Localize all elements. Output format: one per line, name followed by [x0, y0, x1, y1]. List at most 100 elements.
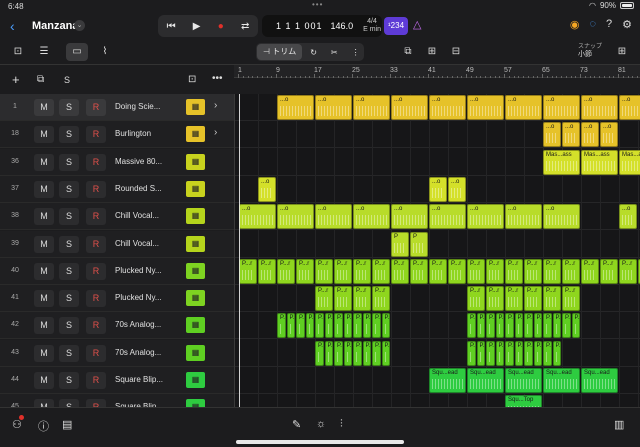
- count-in-button[interactable]: ¹234: [384, 17, 409, 35]
- midi-region[interactable]: P...r: [324, 313, 333, 339]
- midi-region[interactable]: P...r: [505, 286, 523, 312]
- track-header[interactable]: 36 M S R Massive 80... ▦: [0, 148, 234, 176]
- record-enable-button[interactable]: R: [86, 399, 106, 407]
- midi-region[interactable]: P...r: [343, 313, 352, 339]
- project-name[interactable]: Manzana: [32, 20, 78, 32]
- midi-region[interactable]: P...r: [334, 258, 352, 284]
- midi-region[interactable]: P...r: [305, 313, 314, 339]
- midi-region[interactable]: ...o: [391, 95, 428, 120]
- solo-button[interactable]: S: [59, 99, 79, 116]
- midi-region[interactable]: P...r: [562, 286, 580, 312]
- midi-region[interactable]: P...r: [524, 286, 542, 312]
- record-enable-button[interactable]: R: [86, 372, 106, 389]
- midi-region[interactable]: P...r: [429, 258, 447, 284]
- track-header[interactable]: 44 M S R Square Blip... ▦: [0, 367, 234, 394]
- mute-button[interactable]: M: [34, 290, 54, 308]
- mixer-icon[interactable]: ⫶: [340, 418, 343, 431]
- midi-region[interactable]: P...r: [505, 258, 523, 284]
- solo-button[interactable]: S: [59, 399, 79, 407]
- midi-region[interactable]: P...r: [286, 313, 295, 339]
- midi-region[interactable]: P...r: [362, 340, 371, 366]
- solo-button[interactable]: S: [59, 372, 79, 389]
- record-enable-button[interactable]: R: [86, 208, 106, 226]
- paste-icon[interactable]: ⊞: [422, 43, 442, 61]
- midi-region[interactable]: P...r: [467, 286, 485, 312]
- midi-region[interactable]: P...r: [514, 340, 523, 366]
- midi-region[interactable]: P...r: [353, 286, 371, 312]
- midi-region[interactable]: Squ...ead: [581, 368, 618, 393]
- duplicate-track-icon[interactable]: ⧉: [37, 74, 44, 85]
- record-enable-button[interactable]: R: [86, 126, 106, 144]
- solo-button[interactable]: S: [59, 317, 79, 335]
- lcd-display[interactable]: 1 1 1 001 146.0 4/4 E min: [262, 15, 382, 37]
- record-enable-button[interactable]: R: [86, 235, 106, 253]
- settings-icon[interactable]: ⚙: [622, 18, 632, 31]
- midi-region[interactable]: P...r: [258, 258, 276, 284]
- midi-region[interactable]: ...o: [429, 176, 447, 202]
- midi-region[interactable]: P...r: [524, 258, 542, 284]
- midi-region[interactable]: P...r: [467, 313, 476, 339]
- midi-region[interactable]: P...r: [410, 258, 428, 284]
- midi-region[interactable]: P...r: [543, 258, 561, 284]
- more-icon[interactable]: •••: [212, 73, 223, 84]
- solo-button[interactable]: S: [59, 126, 79, 144]
- midi-region[interactable]: ...o: [353, 204, 390, 230]
- join-tool-icon[interactable]: ⋮: [352, 48, 360, 57]
- midi-region[interactable]: P...r: [543, 340, 552, 366]
- solo-button[interactable]: S: [59, 290, 79, 308]
- track-name[interactable]: Doing Scie...: [115, 102, 165, 111]
- mute-button[interactable]: M: [34, 180, 54, 198]
- mute-button[interactable]: M: [34, 208, 54, 226]
- track-header[interactable]: 18 M S R Burlington ▦ ›: [0, 121, 234, 149]
- marker-lane[interactable]: [234, 78, 640, 94]
- record-enable-button[interactable]: R: [86, 344, 106, 362]
- keyboard-icon[interactable]: ▦: [186, 153, 205, 170]
- track-name[interactable]: Square Blip...: [115, 375, 165, 384]
- home-indicator[interactable]: [236, 440, 404, 444]
- midi-region[interactable]: P...r: [353, 258, 371, 284]
- midi-region[interactable]: ...o: [505, 204, 542, 230]
- midi-region[interactable]: P...r: [315, 313, 324, 339]
- catch-icon[interactable]: ⊟: [446, 43, 466, 61]
- midi-region[interactable]: P...r: [562, 258, 580, 284]
- midi-region[interactable]: P...r: [324, 340, 333, 366]
- track-name[interactable]: Plucked Ny...: [115, 266, 165, 275]
- midi-region[interactable]: P...r: [372, 286, 390, 312]
- brightness-icon[interactable]: ☼: [316, 418, 326, 430]
- midi-region[interactable]: ...o: [315, 204, 352, 230]
- midi-region[interactable]: P...r: [552, 313, 561, 339]
- midi-region[interactable]: P...r: [391, 258, 409, 284]
- midi-region[interactable]: ...o: [353, 95, 390, 120]
- solo-button[interactable]: S: [59, 153, 79, 171]
- mute-button[interactable]: M: [34, 262, 54, 280]
- inspector-icon[interactable]: ☰: [34, 43, 54, 61]
- automation-button[interactable]: ⌇: [94, 43, 116, 61]
- midi-region[interactable]: ...o: [581, 95, 618, 120]
- track-header[interactable]: 45MSRSquare Blip...▦: [0, 394, 234, 407]
- midi-region[interactable]: P...r: [486, 340, 495, 366]
- midi-region[interactable]: P...r: [543, 286, 561, 312]
- midi-region[interactable]: ...o: [543, 95, 580, 120]
- midi-region[interactable]: P...r: [476, 313, 485, 339]
- record-enable-button[interactable]: R: [86, 262, 106, 280]
- keyboard-icon[interactable]: ▦: [186, 399, 205, 407]
- midi-region[interactable]: P...r: [372, 313, 381, 339]
- record-button[interactable]: ●: [218, 21, 224, 32]
- keyboard-icon[interactable]: ▦: [186, 372, 205, 388]
- keyboard-icon[interactable]: ▦: [186, 208, 205, 225]
- midi-region[interactable]: P...r: [315, 286, 333, 312]
- midi-region[interactable]: ...o: [277, 204, 314, 230]
- midi-region[interactable]: P...r: [495, 313, 504, 339]
- midi-region[interactable]: P...r: [505, 340, 514, 366]
- info-icon[interactable]: ⓘ: [38, 418, 49, 434]
- midi-region[interactable]: ...o: [315, 95, 352, 120]
- piano-keyboard-icon[interactable]: ▥: [614, 418, 624, 431]
- track-header[interactable]: 39 M S R Chill Vocal... ▦: [0, 230, 234, 258]
- mute-button[interactable]: M: [34, 153, 54, 171]
- midi-region[interactable]: ...o: [429, 204, 466, 230]
- midi-region[interactable]: P...r: [524, 313, 533, 339]
- midi-region[interactable]: P...r: [372, 340, 381, 366]
- playhead[interactable]: [239, 94, 240, 407]
- midi-region[interactable]: ...o: [467, 95, 504, 120]
- midi-region[interactable]: P...r: [524, 340, 533, 366]
